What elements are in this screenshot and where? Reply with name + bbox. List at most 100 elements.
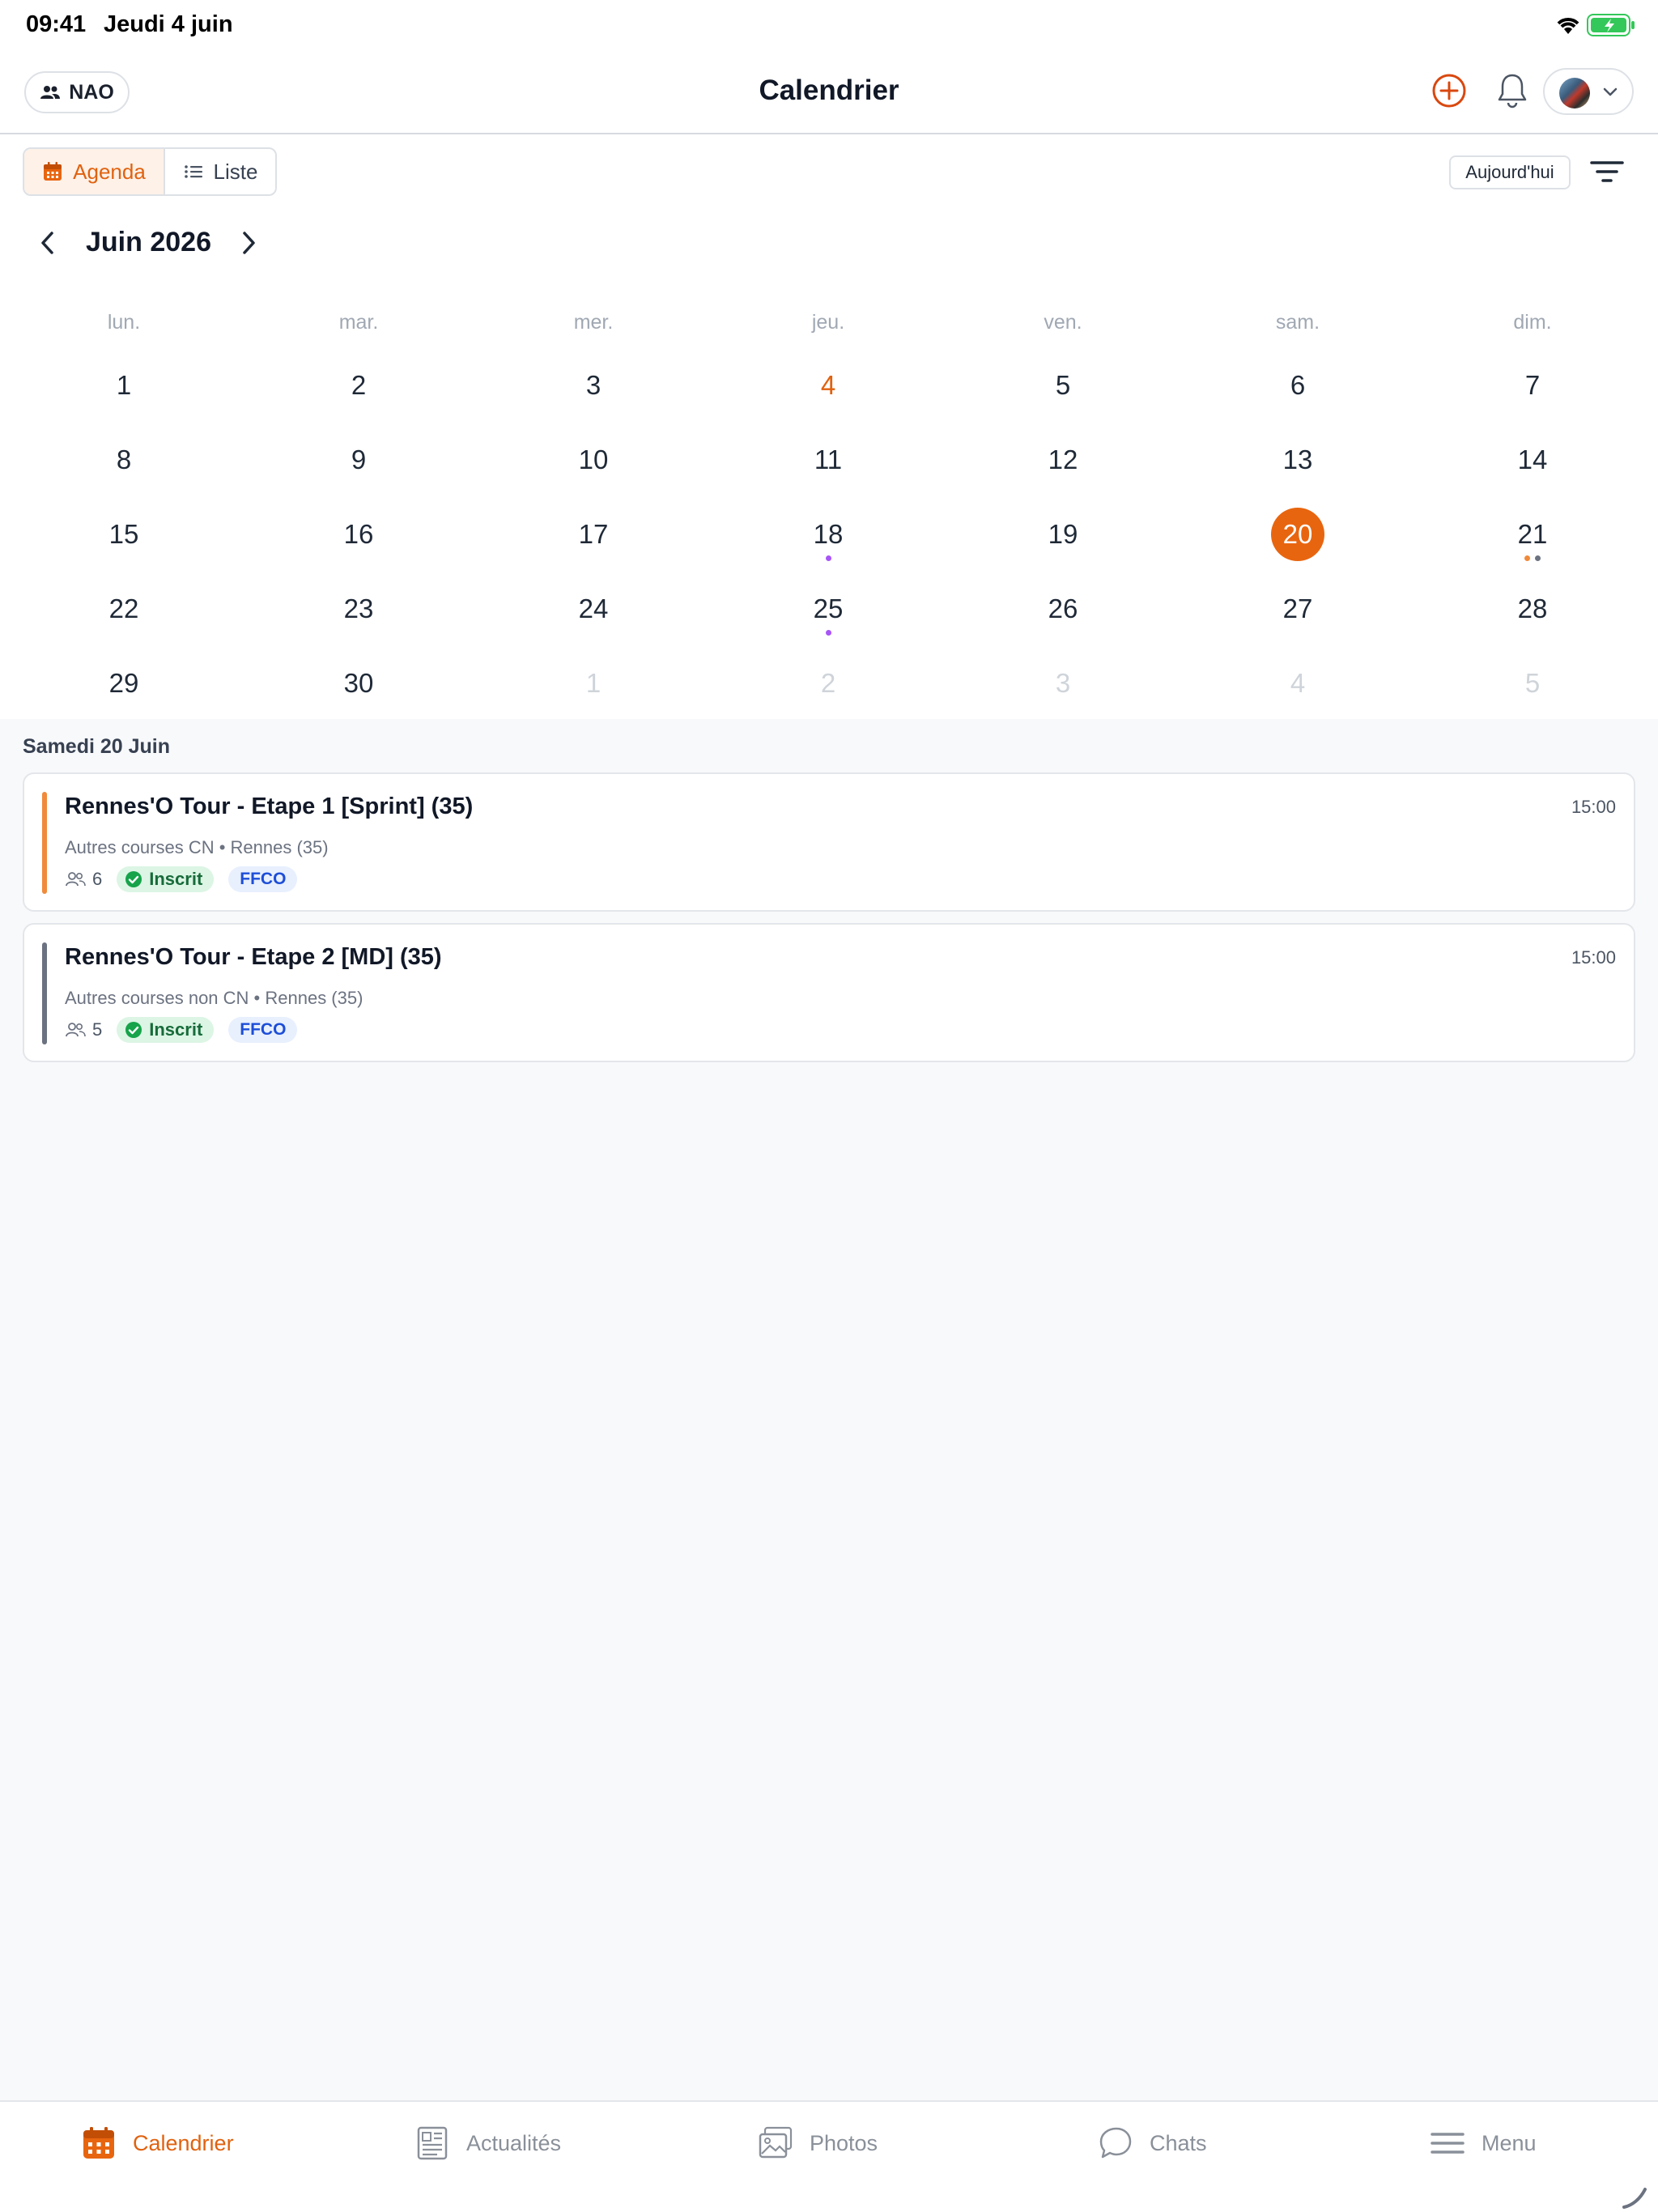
day-number: 12 — [1048, 445, 1078, 474]
bell-icon[interactable] — [1494, 71, 1530, 110]
status-badge: Inscrit — [117, 866, 215, 892]
status-date: Jeudi 4 juin — [104, 11, 233, 37]
newspaper-icon — [417, 2126, 448, 2160]
day-number: 21 — [1517, 519, 1548, 549]
calendar-day[interactable]: 15 — [6, 497, 241, 572]
calendar-day[interactable]: 21 — [1415, 497, 1650, 572]
calendar-day[interactable]: 24 — [476, 572, 711, 646]
status-badge: Inscrit — [117, 1017, 215, 1043]
calendar-day[interactable]: 5 — [946, 348, 1180, 423]
filter-icon[interactable] — [1590, 159, 1624, 186]
weekday-label: dim. — [1513, 311, 1552, 334]
event-time: 15:00 — [1571, 797, 1616, 817]
calendar-day[interactable]: 9 — [241, 423, 476, 497]
calendar-day[interactable]: 19 — [946, 497, 1180, 572]
weekday-label: sam. — [1275, 311, 1320, 334]
view-switcher: Agenda Liste — [23, 147, 277, 196]
page-title: Calendrier — [759, 74, 899, 106]
calendar-day[interactable]: 22 — [6, 572, 241, 646]
calendar-day[interactable]: 25 — [711, 572, 946, 646]
calendar-day[interactable]: 30 — [241, 646, 476, 721]
tab-actualites[interactable]: Actualités — [414, 2123, 561, 2163]
event-card[interactable]: Rennes'O Tour - Etape 1 [Sprint] (35) 15:… — [23, 772, 1635, 912]
status-bar: 09:41 Jeudi 4 juin — [0, 0, 1658, 52]
calendar-day[interactable]: 4 — [711, 348, 946, 423]
calendar-day[interactable]: 2 — [711, 646, 946, 721]
tab-label: Calendrier — [133, 2130, 234, 2155]
tab-menu[interactable]: Menu — [1430, 2123, 1537, 2163]
event-subtitle: Autres courses non CN • Rennes (35) — [65, 988, 363, 1008]
calendar-icon — [44, 162, 62, 181]
event-card[interactable]: Rennes'O Tour - Etape 2 [MD] (35) 15:00 Au… — [23, 923, 1635, 1062]
chevron-right-icon[interactable] — [236, 228, 261, 257]
day-number: 22 — [108, 593, 139, 623]
day-number: 5 — [1055, 370, 1071, 400]
day-number: 16 — [343, 519, 374, 549]
day-number: 13 — [1282, 445, 1313, 474]
day-number: 5 — [1524, 668, 1541, 698]
day-number: 9 — [351, 445, 367, 474]
day-number: 1 — [585, 668, 602, 698]
weekday-label: mer. — [573, 311, 614, 334]
day-number: 28 — [1517, 593, 1548, 623]
check-circle-icon — [125, 871, 142, 887]
calendar-day[interactable]: 17 — [476, 497, 711, 572]
calendar-day[interactable]: 18 — [711, 497, 946, 572]
calendar-day[interactable]: 28 — [1415, 572, 1650, 646]
event-meta: 5 Inscrit FFCO — [65, 1017, 298, 1043]
month-title: Juin 2026 — [86, 227, 211, 257]
chevron-left-icon[interactable] — [36, 228, 60, 257]
participants-value: 5 — [92, 1019, 103, 1040]
day-number: 24 — [578, 593, 609, 623]
calendar-day[interactable]: 1 — [6, 348, 241, 423]
calendar-day[interactable]: 16 — [241, 497, 476, 572]
participants-count: 6 — [65, 869, 102, 890]
tab-chats[interactable]: Chats — [1098, 2123, 1207, 2163]
calendar-day[interactable]: 12 — [946, 423, 1180, 497]
day-number: 11 — [814, 445, 843, 474]
calendar-day[interactable]: 11 — [711, 423, 946, 497]
federation-badge: FFCO — [228, 1017, 298, 1043]
calendar-day[interactable]: 6 — [1180, 348, 1415, 423]
calendar-day[interactable]: 27 — [1180, 572, 1415, 646]
resize-handle-icon — [1622, 2188, 1647, 2209]
status-label: Inscrit — [149, 1019, 203, 1040]
event-dot — [825, 630, 831, 636]
calendar-day[interactable]: 3 — [476, 348, 711, 423]
calendar-day[interactable]: 14 — [1415, 423, 1650, 497]
agenda-label: Agenda — [73, 159, 146, 184]
calendar-day[interactable]: 7 — [1415, 348, 1650, 423]
calendar-day[interactable]: 10 — [476, 423, 711, 497]
calendar-day[interactable]: 13 — [1180, 423, 1415, 497]
tab-list[interactable]: Liste — [165, 149, 275, 194]
status-label: Inscrit — [149, 869, 203, 889]
today-button[interactable]: Aujourd'hui — [1449, 155, 1571, 189]
tab-label: Actualités — [466, 2130, 562, 2155]
calendar-day[interactable]: 8 — [6, 423, 241, 497]
chevron-down-icon — [1603, 87, 1618, 96]
day-number: 25 — [813, 593, 844, 623]
calendar-day[interactable]: 5 — [1415, 646, 1650, 721]
calendar-day[interactable]: 26 — [946, 572, 1180, 646]
weekday-label: lun. — [107, 311, 141, 334]
tab-calendrier[interactable]: Calendrier — [81, 2123, 234, 2163]
calendar-day[interactable]: 1 — [476, 646, 711, 721]
calendar-day[interactable]: 2 — [241, 348, 476, 423]
day-number: 2 — [820, 668, 836, 698]
event-color-bar — [42, 792, 47, 894]
profile-menu-button[interactable] — [1543, 68, 1634, 115]
calendar-day[interactable]: 23 — [241, 572, 476, 646]
add-icon[interactable] — [1431, 73, 1467, 108]
tab-label: Menu — [1482, 2130, 1537, 2155]
event-title: Rennes'O Tour - Etape 1 [Sprint] (35) — [65, 793, 474, 819]
app-header: NAO Calendrier — [0, 52, 1658, 134]
calendar-day[interactable]: 3 — [946, 646, 1180, 721]
tab-agenda[interactable]: Agenda — [24, 149, 165, 194]
calendar-day[interactable]: 4 — [1180, 646, 1415, 721]
event-dot — [1535, 555, 1541, 561]
calendar-day[interactable]: 20 — [1180, 497, 1415, 572]
calendar-day[interactable]: 29 — [6, 646, 241, 721]
tab-photos[interactable]: Photos — [758, 2123, 878, 2163]
event-meta: 6 Inscrit FFCO — [65, 866, 298, 892]
day-number: 6 — [1290, 370, 1306, 400]
